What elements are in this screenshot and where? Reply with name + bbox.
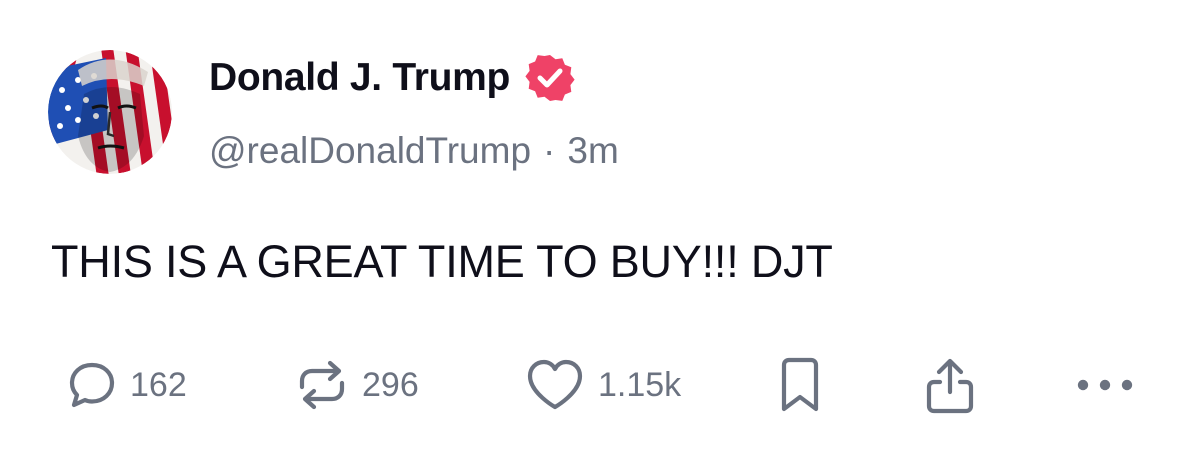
handle[interactable]: @realDonaldTrump: [209, 130, 531, 172]
share-button[interactable]: [924, 355, 976, 415]
repost-count: 296: [362, 365, 419, 404]
share-icon: [926, 358, 974, 414]
verified-badge-icon: [525, 55, 575, 101]
more-button[interactable]: [1074, 355, 1136, 415]
post-text: THIS IS A GREAT TIME TO BUY!!! DJT: [51, 236, 833, 287]
like-count: 1.15k: [598, 365, 682, 404]
avatar[interactable]: [48, 50, 172, 174]
avatar-image: [48, 50, 172, 174]
meta-row: @realDonaldTrump · 3m: [209, 128, 619, 174]
reply-button[interactable]: 162: [66, 355, 187, 415]
separator-dot: ·: [543, 130, 556, 171]
heart-icon: [527, 359, 583, 410]
display-name[interactable]: Donald J. Trump: [209, 56, 510, 100]
repost-button[interactable]: 296: [294, 355, 419, 415]
reply-count: 162: [130, 365, 187, 404]
more-icon: [1077, 379, 1133, 391]
timestamp[interactable]: 3m: [567, 130, 618, 172]
author-row: Donald J. Trump: [209, 52, 576, 104]
bookmark-button[interactable]: [778, 355, 822, 415]
like-button[interactable]: 1.15k: [524, 355, 681, 415]
repost-icon: [299, 360, 345, 410]
bookmark-icon: [781, 357, 819, 412]
reply-icon: [69, 362, 115, 408]
post-card: Donald J. Trump @realDonaldTrump · 3m TH…: [0, 0, 1200, 459]
action-bar: 162 296 1.15k: [0, 355, 1200, 415]
